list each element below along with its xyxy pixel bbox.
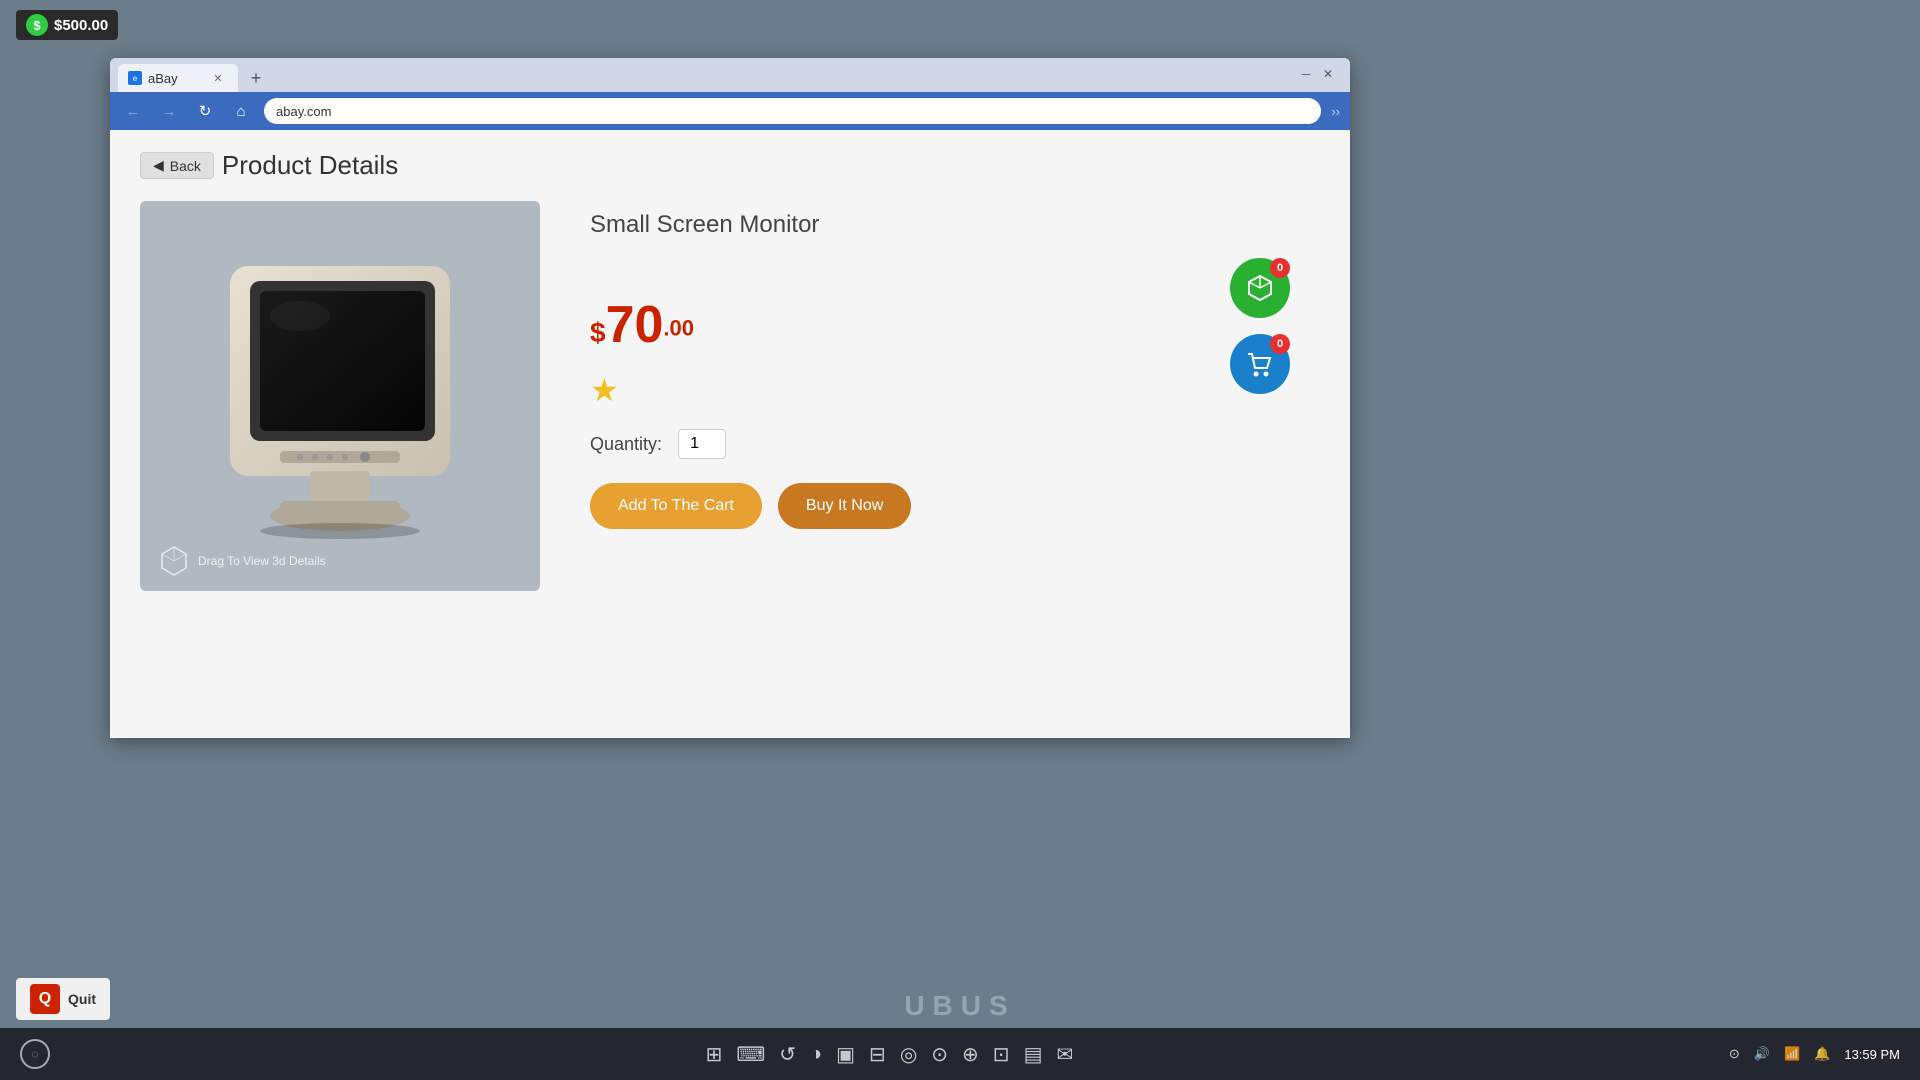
quit-icon: Q <box>30 984 60 1014</box>
tab-bar: e aBay ✕ + ─ ✕ <box>110 58 1350 92</box>
taskbar-icon-terminal[interactable]: ⌨ <box>736 1042 765 1067</box>
product-price: $70.00 <box>590 299 1320 351</box>
back-nav-button[interactable]: ← <box>120 98 146 124</box>
add-to-cart-button[interactable]: Add To The Cart <box>590 483 762 529</box>
taskbar: ◌ ⊞ ⌨ ↺ ◑ ▣ ⊟ ◎ ⊙ ⊕ ⊡ ▤ ✉ ⊙ 🔊 📶 🔔 13:59 … <box>0 1028 1920 1080</box>
taskbar-icon-wifi[interactable]: 📶 <box>1784 1046 1800 1062</box>
quantity-row: Quantity: <box>590 429 1320 459</box>
back-row: ◀ Back Product Details <box>140 150 1320 181</box>
taskbar-icon-circle[interactable]: ◑ <box>810 1043 822 1066</box>
cart-icon <box>1246 350 1274 378</box>
taskbar-icon-bell[interactable]: 🔔 <box>1814 1046 1830 1062</box>
forward-nav-button[interactable]: → <box>156 98 182 124</box>
taskbar-icon-display[interactable]: ⊙ <box>1729 1046 1740 1062</box>
money-icon: $ <box>26 14 48 36</box>
product-layout: Drag To View 3d Details Small Screen Mon… <box>140 201 1320 591</box>
product-image-container: Drag To View 3d Details <box>140 201 540 591</box>
cart-badge: 0 <box>1270 334 1290 354</box>
floating-box-button[interactable]: 0 <box>1230 258 1290 318</box>
action-buttons: Add To The Cart Buy It Now <box>590 483 1320 529</box>
back-label: Back <box>170 158 201 174</box>
tab-title: aBay <box>148 71 178 86</box>
taskbar-icon-target[interactable]: ◎ <box>900 1042 917 1067</box>
cube-icon <box>156 543 192 579</box>
tab-close-button[interactable]: ✕ <box>210 70 226 86</box>
money-badge: $ $500.00 <box>16 10 118 40</box>
ubus-label: UBUS <box>904 990 1015 1022</box>
window-controls: ─ ✕ <box>1296 58 1342 84</box>
taskbar-left-indicator: ◌ <box>20 1039 50 1069</box>
taskbar-icon-plus-circle[interactable]: ⊕ <box>962 1042 979 1067</box>
minimize-button[interactable]: ─ <box>1296 64 1316 84</box>
taskbar-icon-volume[interactable]: 🔊 <box>1754 1046 1770 1062</box>
address-input[interactable]: abay.com <box>264 98 1321 124</box>
home-button[interactable]: ⌂ <box>228 98 254 124</box>
address-bar: ← → ↻ ⌂ abay.com ›› <box>110 92 1350 130</box>
star-rating: ★ <box>590 371 1320 409</box>
taskbar-right: ⊙ 🔊 📶 🔔 13:59 PM <box>1729 1046 1900 1062</box>
page-content: ◀ Back Product Details <box>110 130 1350 738</box>
floating-cart-button[interactable]: 0 <box>1230 334 1290 394</box>
taskbar-icon-square[interactable]: ▣ <box>836 1042 855 1067</box>
new-tab-button[interactable]: + <box>242 64 270 92</box>
taskbar-center: ⊞ ⌨ ↺ ◑ ▣ ⊟ ◎ ⊙ ⊕ ⊡ ▤ ✉ <box>50 1042 1729 1067</box>
quit-button[interactable]: Q Quit <box>16 978 110 1020</box>
product-info: Small Screen Monitor $70.00 ★ Quantity: … <box>590 201 1320 529</box>
taskbar-icon-monitor[interactable]: ▤ <box>1024 1042 1043 1067</box>
box-icon <box>1245 273 1275 303</box>
price-main: 70 <box>606 296 664 354</box>
taskbar-icon-refresh[interactable]: ↺ <box>779 1042 796 1067</box>
quit-label: Quit <box>68 991 96 1007</box>
quantity-input[interactable] <box>678 429 726 459</box>
close-button[interactable]: ✕ <box>1318 64 1338 84</box>
taskbar-icon-minus-square[interactable]: ⊟ <box>869 1042 886 1067</box>
drag-hint-text: Drag To View 3d Details <box>198 554 326 568</box>
taskbar-icon-grid[interactable]: ⊞ <box>706 1042 723 1067</box>
desktop-top-bar: $ $500.00 <box>0 0 1920 50</box>
back-arrow-icon: ◀ <box>153 157 164 174</box>
price-dollar: $ <box>590 317 606 348</box>
refresh-button[interactable]: ↻ <box>192 98 218 124</box>
url-text: abay.com <box>276 104 331 119</box>
buy-it-now-button[interactable]: Buy It Now <box>778 483 911 529</box>
price-cents: .00 <box>663 316 694 341</box>
back-button[interactable]: ◀ Back <box>140 152 214 179</box>
product-image <box>200 246 480 546</box>
tab-favicon: e <box>128 71 142 85</box>
box-badge: 0 <box>1270 258 1290 278</box>
3d-hint: Drag To View 3d Details <box>156 543 326 579</box>
money-amount: $500.00 <box>54 17 108 34</box>
quantity-label: Quantity: <box>590 434 662 455</box>
taskbar-time: 13:59 PM <box>1844 1047 1900 1062</box>
taskbar-icon-chat[interactable]: ✉ <box>1056 1042 1073 1067</box>
taskbar-icon-dot-circle[interactable]: ⊙ <box>931 1042 948 1067</box>
browser-window: e aBay ✕ + ─ ✕ ← → ↻ ⌂ abay.com ›› ◀ Bac… <box>110 58 1350 738</box>
address-right-icon: ›› <box>1331 104 1340 119</box>
page-title: Product Details <box>222 150 398 181</box>
product-name: Small Screen Monitor <box>590 211 1320 239</box>
taskbar-icon-grid2[interactable]: ⊡ <box>993 1042 1010 1067</box>
browser-tab[interactable]: e aBay ✕ <box>118 64 238 92</box>
